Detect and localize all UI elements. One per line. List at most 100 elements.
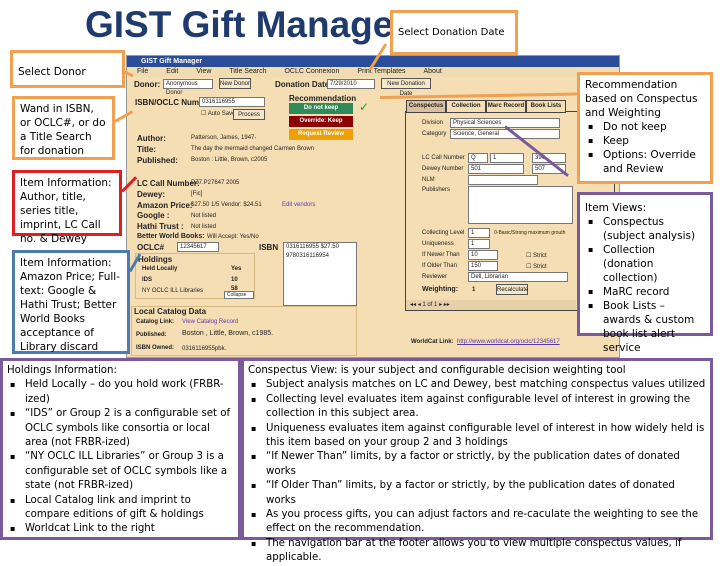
isbn-list[interactable]: 0316116955 $27.50 9780316116954 xyxy=(283,242,357,306)
menu-view[interactable]: View xyxy=(196,67,211,77)
donation-date-select[interactable]: 7/29/2010 xyxy=(327,79,375,89)
consp-lc-label: LC Call Number xyxy=(422,155,465,161)
callout-item-info-2: Item Information: Amazon Price; Full-tex… xyxy=(12,250,130,354)
do-not-keep-button[interactable]: Do not keep xyxy=(289,103,353,114)
tab-book-lists[interactable]: Book Lists xyxy=(526,100,566,113)
oclc-input[interactable]: 12345617 xyxy=(177,242,219,252)
list-item: The navigation bar at the footer allows … xyxy=(248,537,706,566)
list-item: Options: Override and Review xyxy=(585,148,705,176)
google-value: Not listed xyxy=(191,213,217,219)
isbn-owned-value: 0316116955pbk. xyxy=(182,346,227,352)
held-locally-value: Yes xyxy=(231,266,242,272)
new-donation-date-button[interactable]: New Donation Date xyxy=(381,78,431,97)
override-keep-button[interactable]: Override: Keep xyxy=(289,116,353,127)
new-donor-button[interactable]: New Donor xyxy=(219,78,251,89)
auto-save-checkbox[interactable]: ☐ Auto Save xyxy=(201,110,235,117)
list-item: As you process gifts, you can adjust fac… xyxy=(248,508,706,537)
menu-title-search[interactable]: Title Search xyxy=(229,67,266,77)
list-item: Local Catalog link and imprint to compar… xyxy=(7,494,234,523)
app-window: GIST Gift Manager File Edit View Title S… xyxy=(126,55,620,358)
callout-item-views: Item Views: Conspectus (subject analysis… xyxy=(577,192,713,354)
recommendation-heading: Recommendation based on Conspectus and W… xyxy=(585,79,698,119)
list-item: Subject analysis matches on LC and Dewey… xyxy=(248,378,706,393)
bottom-notes: Holdings Information: Held Locally – do … xyxy=(0,358,720,563)
list-item: Collecting level evaluates item against … xyxy=(248,393,706,422)
published-value: Boston : Little, Brown, c2005 xyxy=(191,157,268,163)
nlm-label: NLM xyxy=(422,177,435,183)
bwb-label: Better World Books: xyxy=(137,233,205,240)
uniqueness-label: Uniqueness xyxy=(422,241,454,247)
menu-edit[interactable]: Edit xyxy=(166,67,178,77)
worldcat-link[interactable]: http://www.worldcat.org/oclc/12345617 xyxy=(457,339,560,345)
older-than-input[interactable]: 150 xyxy=(468,261,498,271)
local-catalog-panel: Local Catalog Data Catalog Link: View Ca… xyxy=(131,306,357,356)
catalog-link[interactable]: View Catalog Record xyxy=(182,319,238,325)
ids-value: 10 xyxy=(231,277,238,283)
category-input[interactable]: Science, General xyxy=(450,129,560,139)
dewey-from-input[interactable]: 501 xyxy=(468,164,524,174)
lc-from-input[interactable]: 1 xyxy=(490,153,524,163)
menu-about[interactable]: About xyxy=(423,67,441,77)
tab-marc-record[interactable]: Marc Record xyxy=(486,100,526,113)
title-value: The day the mermaid changed Carmen Brown xyxy=(191,146,315,152)
donor-select[interactable]: Anonymous Donor xyxy=(163,79,213,96)
older-than-label: If Older Than xyxy=(422,263,457,269)
reviewer-select[interactable]: Dell, Librarian xyxy=(468,272,568,282)
google-label: Google : xyxy=(137,211,170,220)
list-item: “NY OCLC ILL Libraries” or Group 3 is a … xyxy=(7,450,234,493)
list-item: “IDS” or Group 2 is a configurable set o… xyxy=(7,407,234,450)
publishers-input[interactable] xyxy=(468,186,573,224)
process-button[interactable]: Process xyxy=(233,109,265,120)
older-strict-checkbox[interactable]: ☐ Strict xyxy=(526,263,547,270)
collecting-level-label: Collecting Level xyxy=(422,230,465,236)
holdings-select[interactable]: Collapse xyxy=(224,291,254,299)
bwb-value: Will Accept: Yes/No xyxy=(207,234,259,240)
ids-label: IDS xyxy=(142,277,153,283)
consp-dewey-label: Dewey Number xyxy=(422,166,464,172)
list-item: Worldcat Link to the right xyxy=(7,522,234,537)
category-label: Category xyxy=(422,131,447,137)
edit-vendors-link[interactable]: Edit vendors xyxy=(282,202,315,208)
lc-class-input[interactable]: Q xyxy=(468,153,488,163)
list-item: Keep xyxy=(585,134,705,148)
uniqueness-select[interactable]: 1 xyxy=(468,239,490,249)
holdings-heading: Holdings xyxy=(138,255,173,264)
isbn-input[interactable]: 0316116955 xyxy=(199,97,265,107)
menu-print[interactable]: Print Templates xyxy=(357,67,405,77)
catalog-link-label: Catalog Link: xyxy=(136,319,175,325)
dewey-label: Dewey: xyxy=(137,190,166,199)
collecting-level-select[interactable]: 1 xyxy=(468,228,490,238)
newer-than-input[interactable]: 10 xyxy=(468,250,498,260)
navigation-bar[interactable]: ◂◂ ◂ 1 of 1 ▸ ▸▸ xyxy=(406,300,576,310)
menu-file[interactable]: File xyxy=(137,67,148,77)
nav-page[interactable]: 1 xyxy=(422,302,425,308)
recalculate-button[interactable]: Recalculate xyxy=(496,284,528,295)
oclc-label: OCLC# xyxy=(137,243,165,252)
newer-than-label: If Newer Than xyxy=(422,252,460,258)
menu-oclc[interactable]: OCLC Connexion xyxy=(284,67,339,77)
nav-of: of 1 xyxy=(427,302,438,308)
title-label: Title: xyxy=(137,145,156,154)
local-published-label: Published: xyxy=(136,332,167,338)
holdings-panel: Holdings Held Locally Yes IDS 10 NY OCLC… xyxy=(135,253,255,299)
list-item: Conspectus (subject analysis) xyxy=(585,215,705,243)
tab-conspectus[interactable]: Conspectus xyxy=(406,100,446,113)
held-locally-label: Held Locally xyxy=(142,266,178,272)
tab-collection[interactable]: Collection xyxy=(446,100,486,113)
list-item: Do not keep xyxy=(585,120,705,134)
callout-donation-date: Select Donation Date xyxy=(390,10,518,55)
list-item: Held Locally – do you hold work (FRBR-iz… xyxy=(7,378,234,407)
holdings-notes: Holdings Information: Held Locally – do … xyxy=(0,358,241,540)
isbn-owned-label: ISBN Owned: xyxy=(136,345,175,351)
callout-item-info-1: Item Information: Author, title, series … xyxy=(12,170,122,245)
amazon-label: Amazon Price: xyxy=(137,201,193,210)
nlm-input[interactable] xyxy=(468,175,538,185)
donor-label: Donor: xyxy=(134,80,161,89)
donation-date-label: Donation Date: xyxy=(275,80,332,89)
list-item: MaRC record xyxy=(585,285,705,299)
worldcat-label: WorldCat Link: xyxy=(411,339,454,345)
newer-strict-checkbox[interactable]: ☐ Strict xyxy=(526,252,547,259)
request-review-button[interactable]: Request Review xyxy=(289,129,353,140)
holdings-notes-heading: Holdings Information: xyxy=(7,365,117,376)
page-title: GIST Gift Manager xyxy=(85,4,408,45)
